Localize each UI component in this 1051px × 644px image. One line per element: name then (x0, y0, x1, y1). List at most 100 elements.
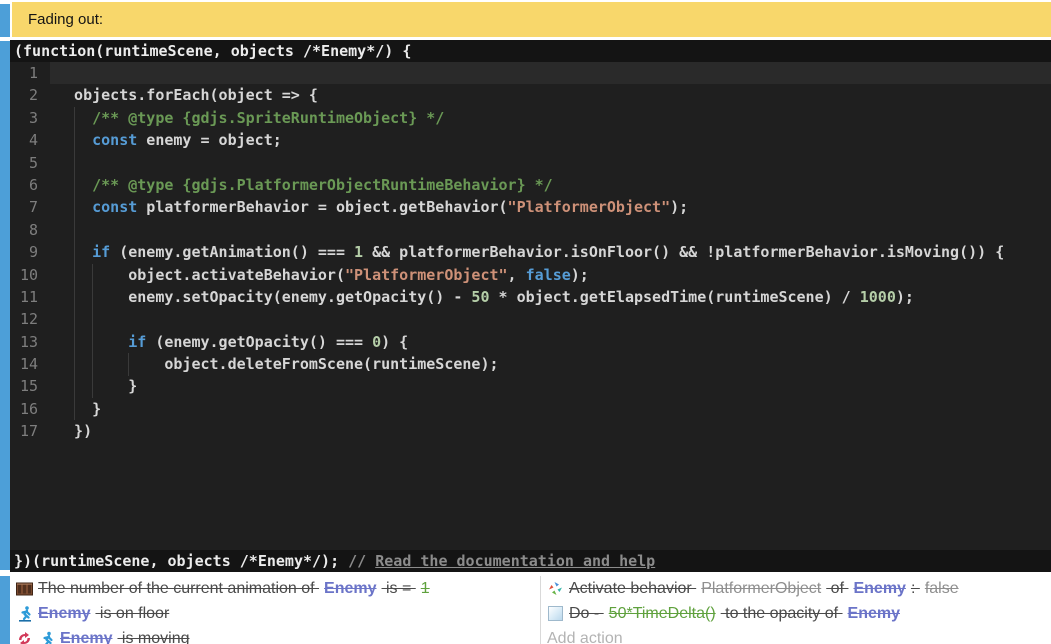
condition-text-value: 1 (421, 580, 430, 598)
code-line-content: }) (50, 420, 1051, 442)
line-number: 2 (10, 84, 50, 106)
code-line-content: if (enemy.getAnimation() === 1 && platfo… (50, 241, 1051, 263)
line-number: 10 (10, 264, 50, 286)
condition-text-plain: The number of the current animation of (38, 580, 319, 598)
code-line: 2 objects.forEach(object => { (10, 84, 1051, 106)
code-line: 4 const enemy = object; (10, 129, 1051, 151)
condition-text-object: Enemy (60, 630, 112, 644)
code-lines: 12 objects.forEach(object => {3 /** @typ… (10, 62, 1051, 443)
line-number: 15 (10, 375, 50, 397)
add-action-button[interactable]: Add action (541, 626, 1051, 644)
action-text-object: Enemy (848, 605, 900, 623)
code-line: 15 } (10, 375, 1051, 397)
line-number: 16 (10, 398, 50, 420)
code-line: 14 object.deleteFromScene(runtimeScene); (10, 353, 1051, 375)
code-line-content (50, 152, 1051, 174)
code-line: 10 object.activateBehavior("PlatformerOb… (10, 264, 1051, 286)
action-text-param: PlatformerObject (701, 580, 821, 598)
condition[interactable]: Enemy is on floor (10, 601, 540, 626)
footer-comment-slashes: // (348, 552, 375, 570)
code-line: 8 (10, 219, 1051, 241)
code-line-content: } (50, 398, 1051, 420)
code-line-content: } (50, 375, 1051, 397)
code-line-content: /** @type {gdjs.PlatformerObjectRuntimeB… (50, 174, 1051, 196)
code-line: 9 if (enemy.getAnimation() === 1 && plat… (10, 241, 1051, 263)
code-line-content: object.activateBehavior("PlatformerObjec… (50, 264, 1051, 286)
line-number: 3 (10, 107, 50, 129)
line-number: 13 (10, 331, 50, 353)
code-line: 17 }) (10, 420, 1051, 442)
gdevelop-events-sheet: Fading out: (function(runtimeScene, obje… (0, 0, 1051, 644)
line-number: 17 (10, 420, 50, 442)
code-line-content: /** @type {gdjs.SpriteRuntimeObject} */ (50, 107, 1051, 129)
code-line: 16 } (10, 398, 1051, 420)
invert-condition-icon (16, 630, 33, 644)
line-number: 6 (10, 174, 50, 196)
code-line-content (50, 219, 1051, 241)
opacity-icon (547, 605, 564, 622)
line-number: 11 (10, 286, 50, 308)
js-code-editor[interactable]: (function(runtimeScene, objects /*Enemy*… (10, 40, 1051, 572)
platformer-on-floor-icon (16, 605, 33, 622)
action-text-plain: : (911, 580, 920, 598)
condition-text-plain: is on floor (95, 605, 169, 623)
js-code-footer: })(runtimeScene, objects /*Enemy*/); // … (10, 550, 1051, 572)
code-line: 7 const platformerBehavior = object.getB… (10, 196, 1051, 218)
action-text-param: false (925, 580, 959, 598)
documentation-link[interactable]: Read the documentation and help (375, 552, 655, 570)
code-line: 3 /** @type {gdjs.SpriteRuntimeObject} *… (10, 107, 1051, 129)
code-line-content: const platformerBehavior = object.getBeh… (50, 196, 1051, 218)
line-number: 12 (10, 308, 50, 330)
action-text-plain: Do - (569, 605, 604, 623)
line-number: 9 (10, 241, 50, 263)
code-line-content: object.deleteFromScene(runtimeScene); (50, 353, 1051, 375)
action-text-plain: to the opacity of (721, 605, 843, 623)
line-number: 7 (10, 196, 50, 218)
code-line-content: enemy.setOpacity(enemy.getOpacity() - 50… (50, 286, 1051, 308)
indent-guide (128, 353, 129, 375)
action[interactable]: Activate behavior PlatformerObject of En… (541, 576, 1051, 601)
code-line: 13 if (enemy.getOpacity() === 0) { (10, 331, 1051, 353)
condition-text-object: Enemy (38, 605, 90, 623)
action-text-value: 50*TimeDelta() (609, 605, 716, 623)
code-line: 11 enemy.setOpacity(enemy.getOpacity() -… (10, 286, 1051, 308)
action-text-plain: Activate behavior (569, 580, 696, 598)
action[interactable]: Do - 50*TimeDelta() to the opacity of En… (541, 601, 1051, 626)
code-line: 1 (10, 62, 1051, 84)
comment-text: Fading out: (28, 11, 103, 28)
condition-text-object: Enemy (324, 580, 376, 598)
footer-code: })(runtimeScene, objects /*Enemy*/); (14, 552, 348, 570)
indent-guide (92, 264, 93, 398)
code-line-content (50, 62, 1051, 84)
animation-icon (16, 580, 33, 597)
condition-text-plain: is = (382, 580, 416, 598)
code-line-content: const enemy = object; (50, 129, 1051, 151)
condition[interactable]: Enemy is moving (10, 626, 540, 644)
line-number: 14 (10, 353, 50, 375)
conditions-column: The number of the current animation of E… (10, 576, 540, 644)
line-number: 1 (10, 62, 50, 84)
comment-event[interactable]: Fading out: (12, 2, 1051, 37)
line-number: 8 (10, 219, 50, 241)
event-selection-strip (0, 576, 10, 644)
code-line-content (50, 308, 1051, 330)
code-line-content: objects.forEach(object => { (50, 84, 1051, 106)
platformer-is-moving-icon (38, 630, 55, 644)
code-line-content: if (enemy.getOpacity() === 0) { (50, 331, 1051, 353)
condition-text-plain: is moving (117, 630, 189, 644)
code-line: 12 (10, 308, 1051, 330)
behavior-icon (547, 580, 564, 597)
actions-column: Activate behavior PlatformerObject of En… (541, 576, 1051, 644)
event-selection-strip (0, 41, 10, 570)
line-number: 5 (10, 152, 50, 174)
code-line: 6 /** @type {gdjs.PlatformerObjectRuntim… (10, 174, 1051, 196)
action-text-object: Enemy (853, 580, 905, 598)
standard-event: The number of the current animation of E… (10, 576, 1051, 644)
code-line: 5 (10, 152, 1051, 174)
js-code-header: (function(runtimeScene, objects /*Enemy*… (10, 40, 1051, 62)
event-selection-strip (0, 4, 10, 37)
indent-guide (74, 107, 75, 421)
condition[interactable]: The number of the current animation of E… (10, 576, 540, 601)
line-number: 4 (10, 129, 50, 151)
action-text-plain: of (826, 580, 848, 598)
